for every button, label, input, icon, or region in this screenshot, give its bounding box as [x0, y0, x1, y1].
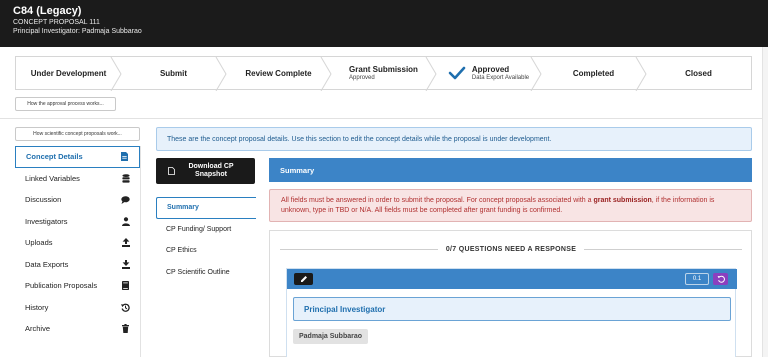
- step-completed: Completed: [541, 57, 647, 91]
- undo-icon: [717, 275, 725, 283]
- window-edge: [762, 47, 768, 357]
- sidebar-item-uploads[interactable]: Uploads: [15, 232, 140, 254]
- divider-line: [280, 248, 438, 250]
- sidebar-item-data-exports[interactable]: Data Exports: [15, 254, 140, 276]
- checkmark-icon: [448, 66, 466, 80]
- step-label: Closed: [685, 68, 712, 78]
- questions-count: 0/7 QUESTIONS NEED A RESPONSE: [445, 245, 577, 253]
- step-label: Approved: [471, 65, 510, 74]
- info-banner: These are the concept proposal details. …: [156, 127, 752, 151]
- user-icon: [121, 216, 130, 226]
- scientific-proposals-button[interactable]: How scientific concept proposals work...: [15, 127, 140, 141]
- question-toolbar: 0.1: [287, 269, 737, 289]
- database-icon: [121, 173, 130, 183]
- sidebar-item-concept-details[interactable]: Concept Details: [15, 146, 140, 168]
- questions-panel: 0/7 QUESTIONS NEED A RESPONSE 0.1 Princi…: [269, 230, 752, 357]
- sidebar-divider: [140, 146, 141, 357]
- sidebar-item-label: Publication Proposals: [25, 281, 98, 291]
- download-label: Download CP Snapshot: [188, 163, 234, 178]
- trash-icon: [121, 324, 130, 334]
- warning-emphasis: grant submission: [593, 197, 652, 204]
- download-snapshot-button[interactable]: Download CP Snapshot: [156, 158, 255, 184]
- principal-investigator: Principal Investigator: Padmaja Subbarao: [13, 28, 142, 35]
- sidebar-item-discussion[interactable]: Discussion: [15, 189, 140, 211]
- answer-tag: Padmaja Subbarao: [293, 329, 369, 344]
- proposal-id: CONCEPT PROPOSAL 111: [13, 19, 100, 26]
- subnav-item-funding[interactable]: CP Funding/ Support: [156, 219, 256, 241]
- step-label: Under Development: [30, 68, 107, 78]
- project-title: C84 (Legacy): [13, 5, 82, 17]
- subnav-item-scientific-outline[interactable]: CP Scientific Outline: [156, 262, 256, 284]
- section-subnav: Summary CP Funding/ Support CP Ethics CP…: [156, 197, 256, 283]
- step-label: Completed: [572, 68, 615, 78]
- step-sublabel: Data Export Available: [471, 75, 530, 81]
- sidebar-item-label: Linked Variables: [25, 173, 80, 183]
- sidebar-item-label: Investigators: [25, 216, 68, 226]
- warning-text: All fields must be answered in order to …: [281, 197, 594, 204]
- summary-header: Summary: [269, 158, 752, 182]
- sidebar-item-label: Data Exports: [25, 259, 69, 269]
- sidebar-item-archive[interactable]: Archive: [15, 318, 140, 340]
- upload-icon: [121, 238, 130, 248]
- page-header: C84 (Legacy) CONCEPT PROPOSAL 111 Princi…: [0, 0, 768, 47]
- divider-line: [584, 248, 743, 250]
- document-icon: [120, 152, 129, 162]
- step-review-complete: Review Complete: [226, 57, 332, 91]
- chat-icon: [121, 195, 130, 204]
- step-label: Submit: [159, 68, 188, 78]
- step-closed: Closed: [646, 57, 751, 89]
- sidebar-item-history[interactable]: History: [15, 297, 140, 319]
- sidebar-nav: Concept Details Linked Variables Discuss…: [15, 146, 140, 340]
- step-label: Review Complete: [245, 68, 312, 78]
- section-divider: [0, 118, 768, 119]
- pencil-icon: [300, 276, 307, 282]
- undo-button[interactable]: [713, 273, 728, 285]
- step-grant-submission: Grant Submission Approved: [331, 57, 437, 91]
- approval-process-button[interactable]: How the approval process works...: [15, 97, 116, 111]
- sidebar-item-investigators[interactable]: Investigators: [15, 211, 140, 233]
- document-icon: [168, 167, 175, 175]
- sidebar-item-label: Discussion: [25, 195, 62, 205]
- book-icon: [121, 281, 130, 291]
- sidebar-item-label: History: [25, 302, 49, 312]
- question-score: 0.1: [685, 273, 709, 285]
- sidebar-item-linked-variables[interactable]: Linked Variables: [15, 168, 140, 190]
- sidebar-item-label: Uploads: [25, 238, 53, 248]
- sidebar-item-publication-proposals[interactable]: Publication Proposals: [15, 275, 140, 297]
- questions-status: 0/7 QUESTIONS NEED A RESPONSE: [280, 244, 743, 254]
- sidebar-item-label: Concept Details: [26, 152, 83, 162]
- question-card: 0.1 Principal Investigator Padmaja Subba…: [286, 268, 737, 357]
- download-icon: [121, 259, 130, 269]
- approval-progress-steps: Under Development Submit Review Complete…: [15, 56, 752, 91]
- step-sublabel: Approved: [349, 75, 375, 81]
- subnav-item-summary[interactable]: Summary: [156, 197, 256, 219]
- step-submit: Submit: [121, 57, 227, 91]
- edit-button[interactable]: [294, 273, 313, 285]
- sidebar-item-label: Archive: [25, 324, 51, 334]
- subnav-item-ethics[interactable]: CP Ethics: [156, 240, 256, 262]
- required-fields-warning: All fields must be answered in order to …: [269, 189, 752, 222]
- step-under-development: Under Development: [16, 57, 122, 91]
- step-approved: Approved Data Export Available: [436, 57, 542, 91]
- step-label: Grant Submission: [349, 65, 418, 74]
- question-label: Principal Investigator: [293, 297, 731, 321]
- history-icon: [121, 303, 130, 312]
